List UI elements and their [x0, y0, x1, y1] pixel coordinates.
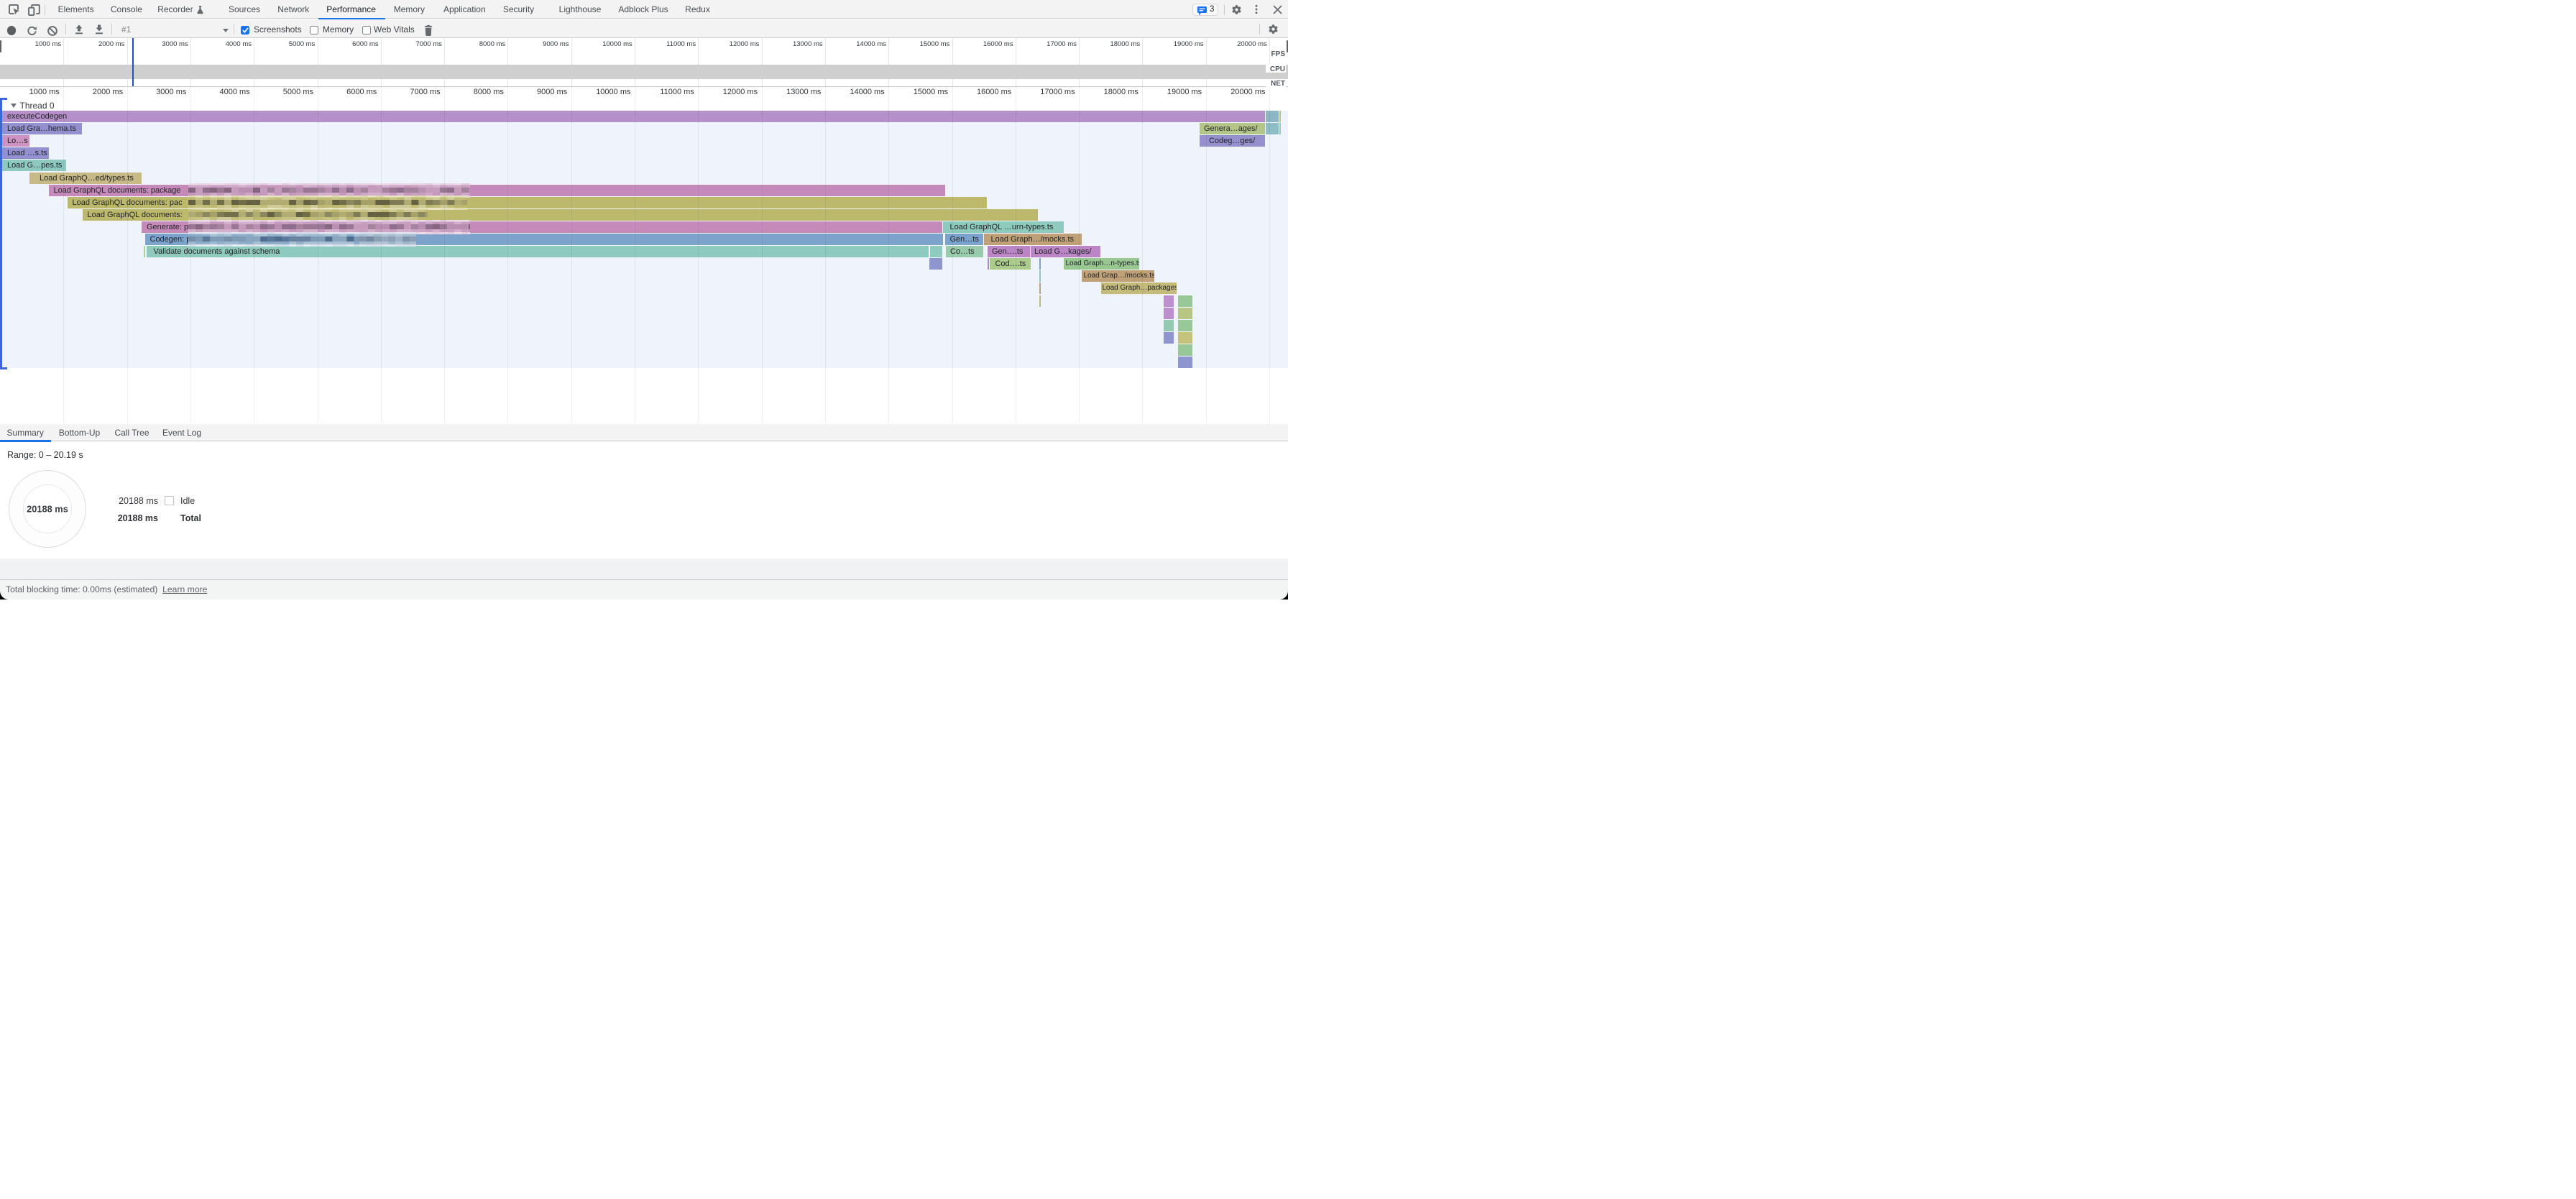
svg-text:20188 ms: 20188 ms	[27, 503, 68, 514]
